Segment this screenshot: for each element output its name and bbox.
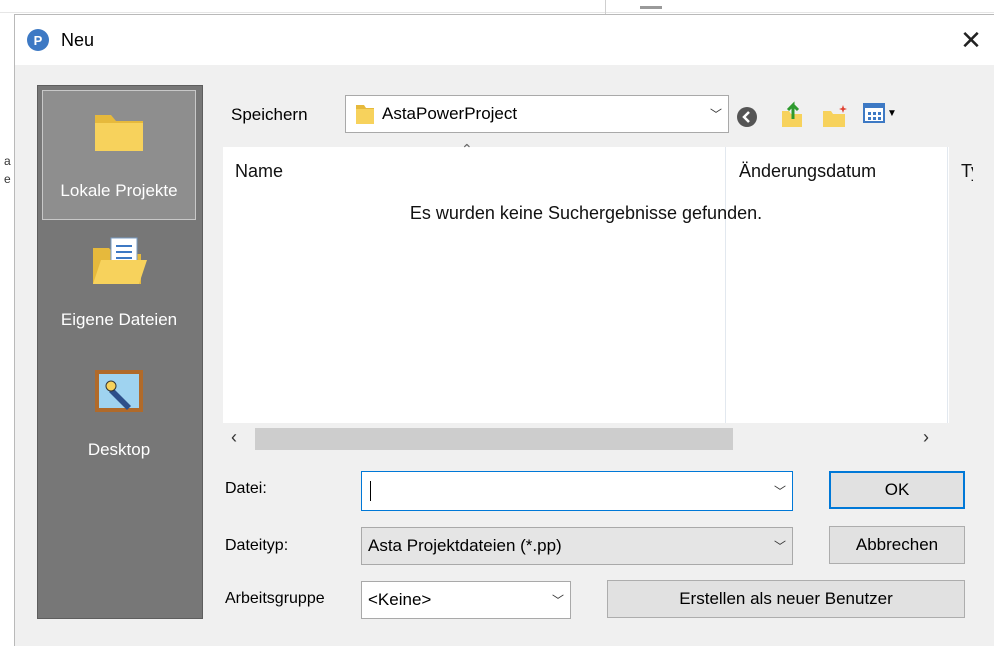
background-divider <box>605 0 606 14</box>
up-folder-icon[interactable] <box>779 101 805 129</box>
sort-up-icon: ⌃ <box>461 141 473 157</box>
documents-folder-icon <box>93 237 147 284</box>
desktop-icon <box>95 370 143 412</box>
app-icon: P <box>27 29 49 51</box>
text-cursor <box>370 481 371 501</box>
scroll-left-icon[interactable]: ‹ <box>231 427 237 448</box>
file-list[interactable]: ⌃ Name Änderungsdatum Ty Es wurden keine… <box>223 141 973 423</box>
column-header-type[interactable]: Ty <box>961 161 973 182</box>
dialog-title: Neu <box>61 30 95 50</box>
chevron-down-icon: ﹀ <box>773 484 786 499</box>
background-text: e <box>4 172 11 186</box>
places-bar: Lokale Projekte Eigene Dateien Desktop <box>37 85 203 619</box>
column-header-name[interactable]: Name <box>235 161 283 182</box>
chevron-down-icon: ﹀ <box>709 107 722 122</box>
place-label: Lokale Projekte <box>60 181 178 200</box>
background-divider <box>0 12 994 13</box>
workgroup-value: <Keine> <box>368 590 432 609</box>
horizontal-scrollbar[interactable]: ‹ › <box>223 423 949 453</box>
folder-icon <box>95 115 143 151</box>
new-folder-icon[interactable] <box>821 103 849 129</box>
filetype-label: Dateityp: <box>225 537 289 554</box>
filetype-select[interactable]: Asta Projektdateien (*.pp) ﹀ <box>361 527 793 565</box>
close-icon: ✕ <box>960 24 982 55</box>
file-label: Datei: <box>225 480 267 497</box>
empty-message: Es wurden keine Suchergebnisse gefunden. <box>409 203 763 223</box>
ok-button[interactable]: OK <box>829 471 965 509</box>
folder-icon <box>356 105 374 124</box>
back-icon[interactable] <box>735 105 759 129</box>
close-button[interactable]: ✕ <box>953 23 989 57</box>
view-menu-button[interactable]: ▼ <box>863 103 897 123</box>
scroll-right-icon[interactable]: › <box>923 427 929 448</box>
save-in-value: AstaPowerProject <box>382 104 518 123</box>
place-desktop[interactable]: Desktop <box>42 350 196 480</box>
view-menu-icon <box>863 103 885 123</box>
save-in-label: Speichern <box>231 105 308 124</box>
place-label: Desktop <box>87 440 151 459</box>
save-in-select[interactable]: AstaPowerProject ﹀ <box>345 95 729 133</box>
caret-down-icon: ▼ <box>887 107 897 119</box>
background-glyph <box>640 6 662 9</box>
column-header-modified[interactable]: Änderungsdatum <box>739 161 876 182</box>
background-text: a <box>4 154 11 168</box>
place-local-projects[interactable]: Lokale Projekte <box>42 90 196 220</box>
chevron-down-icon: ﹀ <box>551 593 564 608</box>
column-divider <box>725 147 726 423</box>
place-my-files[interactable]: Eigene Dateien <box>42 220 196 350</box>
title-bar: P Neu ✕ <box>15 15 994 65</box>
place-label: Eigene Dateien <box>60 310 178 329</box>
filetype-value: Asta Projektdateien (*.pp) <box>368 536 562 555</box>
scrollbar-thumb[interactable] <box>255 428 733 450</box>
file-name-input[interactable]: ﹀ <box>361 471 793 511</box>
column-divider <box>947 147 948 423</box>
chevron-down-icon: ﹀ <box>773 539 786 554</box>
cancel-button[interactable]: Abbrechen <box>829 526 965 564</box>
new-file-dialog: P Neu ✕ Lokale Projekte Eigene Dateien D… <box>14 14 994 646</box>
workgroup-label: Arbeitsgruppe <box>225 590 325 607</box>
create-new-user-button[interactable]: Erstellen als neuer Benutzer <box>607 580 965 618</box>
workgroup-select[interactable]: <Keine> ﹀ <box>361 581 571 619</box>
